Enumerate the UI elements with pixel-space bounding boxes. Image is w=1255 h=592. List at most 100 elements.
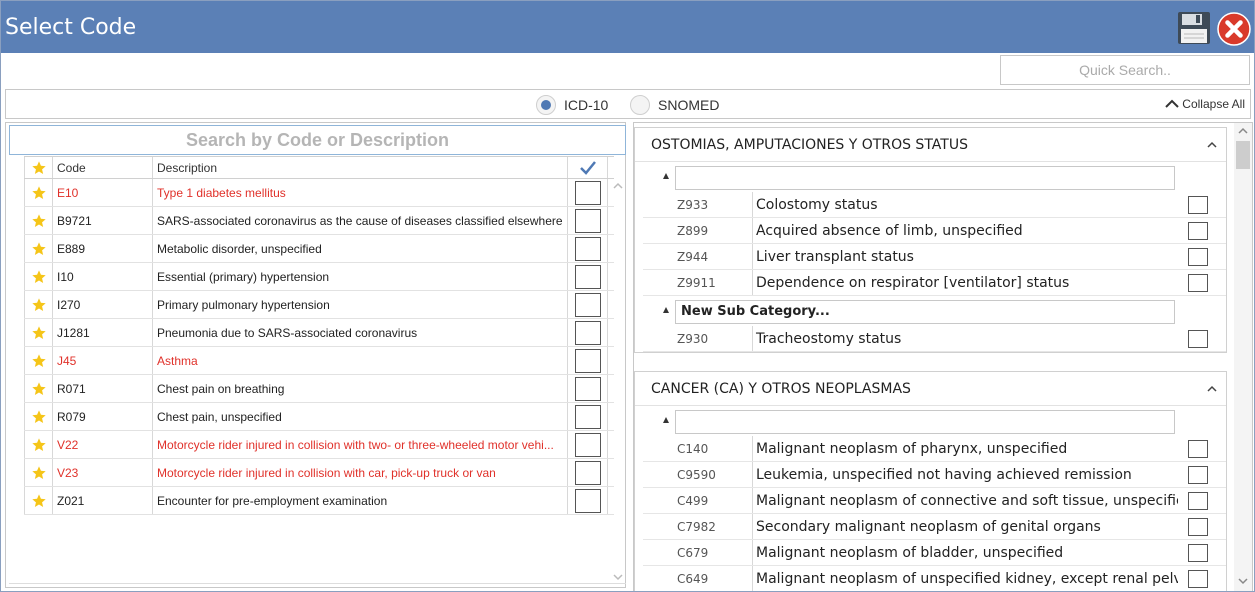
row-checkbox[interactable] <box>574 320 601 345</box>
radio-snomed[interactable]: SNOMED <box>630 95 719 115</box>
list-item[interactable]: Z9911 Dependence on respirator [ventilato… <box>643 270 1226 296</box>
row-select-cell <box>568 375 608 402</box>
row-checkbox[interactable] <box>574 404 601 429</box>
close-button[interactable] <box>1217 12 1251 46</box>
table-row[interactable]: I270 Primary pulmonary hypertension <box>24 291 614 319</box>
row-checkbox[interactable] <box>574 348 601 373</box>
table-row[interactable]: E10 Type 1 diabetes mellitus <box>24 179 614 207</box>
favorite-star[interactable] <box>24 431 53 458</box>
row-checkbox[interactable] <box>574 292 601 317</box>
item-description: Malignant neoplasm of unspecified kidney… <box>756 570 1178 587</box>
categories-panel: OSTOMIAS, AMPUTACIONES Y OTROS STATUS Z93… <box>633 122 1253 591</box>
item-description: Malignant neoplasm of bladder, unspecifi… <box>756 544 1064 561</box>
list-item[interactable]: Z933 Colostomy status <box>643 192 1226 218</box>
favorites-scrollbar[interactable] <box>610 179 626 585</box>
list-item[interactable]: C649 Malignant neoplasm of unspecified ki… <box>643 566 1226 591</box>
code-column-header[interactable]: Code <box>53 157 153 178</box>
category-header[interactable]: OSTOMIAS, AMPUTACIONES Y OTROS STATUS <box>635 128 1226 162</box>
subcategory-toggle-icon[interactable] <box>663 173 669 179</box>
select-column-header[interactable] <box>568 157 608 178</box>
categories-scrollbar[interactable] <box>1234 123 1252 591</box>
row-checkbox[interactable] <box>574 376 601 401</box>
subcategory-name-input[interactable]: New Sub Category... <box>675 300 1175 324</box>
favorite-star[interactable] <box>24 291 53 318</box>
item-checkbox[interactable] <box>1188 247 1208 266</box>
list-item[interactable]: Z899 Acquired absence of limb, unspecifie… <box>643 218 1226 244</box>
item-select-cell <box>1178 218 1218 243</box>
quick-search-input[interactable]: Quick Search.. <box>1000 55 1250 85</box>
table-row[interactable]: J1281 Pneumonia due to SARS-associated co… <box>24 319 614 347</box>
row-code: Z021 <box>53 487 153 514</box>
row-checkbox[interactable] <box>574 488 601 513</box>
list-item[interactable]: C679 Malignant neoplasm of bladder, unspe… <box>643 540 1226 566</box>
list-item[interactable]: C7982 Secondary malignant neoplasm of gen… <box>643 514 1226 540</box>
scroll-arrows-icon <box>613 182 623 581</box>
item-checkbox[interactable] <box>1188 195 1208 214</box>
favorite-star[interactable] <box>24 319 53 346</box>
radio-unselected-icon <box>630 95 650 115</box>
favorites-search-input[interactable]: Search by Code or Description <box>9 125 626 155</box>
favorite-star[interactable] <box>24 179 53 206</box>
subcategory-name-input[interactable] <box>675 410 1175 434</box>
collapse-all-button[interactable]: Collapse All <box>1164 97 1245 111</box>
row-checkbox[interactable] <box>574 264 601 289</box>
subcategory-toggle-icon[interactable] <box>663 307 669 313</box>
item-select-cell <box>1178 566 1218 591</box>
list-item[interactable]: C9590 Leukemia, unspecified not having ac… <box>643 462 1226 488</box>
table-row[interactable]: V23 Motorcycle rider injured in collision… <box>24 459 614 487</box>
chevron-up-icon[interactable] <box>1206 140 1218 148</box>
item-checkbox[interactable] <box>1188 543 1208 562</box>
star-icon <box>31 297 46 311</box>
subcategory-row <box>635 406 1226 436</box>
item-checkbox[interactable] <box>1188 273 1208 292</box>
table-row[interactable]: R079 Chest pain, unspecified <box>24 403 614 431</box>
table-row[interactable]: B9721 SARS-associated coronavirus as the … <box>24 207 614 235</box>
description-column-header[interactable]: Description <box>153 157 568 178</box>
row-checkbox[interactable] <box>574 460 601 485</box>
list-item[interactable]: Z930 Tracheostomy status <box>643 326 1226 352</box>
item-code: C649 <box>643 566 753 591</box>
grid-header: Code Description <box>24 156 614 179</box>
favorite-star[interactable] <box>24 207 53 234</box>
chevron-up-icon[interactable] <box>1206 384 1218 392</box>
favorite-star[interactable] <box>24 263 53 290</box>
favorite-star[interactable] <box>24 375 53 402</box>
table-row[interactable]: E889 Metabolic disorder, unspecified <box>24 235 614 263</box>
star-icon <box>31 353 46 367</box>
favorite-star[interactable] <box>24 403 53 430</box>
favorite-star[interactable] <box>24 235 53 262</box>
star-icon <box>31 493 46 507</box>
list-item[interactable]: C140 Malignant neoplasm of pharynx, unspe… <box>643 436 1226 462</box>
subcategory-name-input[interactable] <box>675 166 1175 190</box>
list-item[interactable]: C499 Malignant neoplasm of connective and… <box>643 488 1226 514</box>
favorite-star[interactable] <box>24 459 53 486</box>
row-checkbox[interactable] <box>574 236 601 261</box>
row-checkbox[interactable] <box>574 208 601 233</box>
item-checkbox[interactable] <box>1188 329 1208 348</box>
row-description: Essential (primary) hypertension <box>153 263 568 290</box>
scrollbar-thumb[interactable] <box>1236 141 1250 169</box>
item-checkbox[interactable] <box>1188 491 1208 510</box>
subcategory-toggle-icon[interactable] <box>663 417 669 423</box>
star-column-header[interactable] <box>24 157 53 178</box>
radio-icd10[interactable]: ICD-10 <box>536 95 608 115</box>
table-row[interactable]: J45 Asthma <box>24 347 614 375</box>
table-row[interactable]: Z021 Encounter for pre-employment examina… <box>24 487 614 515</box>
list-item[interactable]: Z944 Liver transplant status <box>643 244 1226 270</box>
item-checkbox[interactable] <box>1188 569 1208 588</box>
item-checkbox[interactable] <box>1188 439 1208 458</box>
favorite-star[interactable] <box>24 347 53 374</box>
item-checkbox[interactable] <box>1188 517 1208 536</box>
category-header[interactable]: CANCER (CA) Y OTROS NEOPLASMAS <box>635 372 1226 406</box>
item-checkbox[interactable] <box>1188 221 1208 240</box>
item-description: Liver transplant status <box>756 248 914 265</box>
table-row[interactable]: V22 Motorcycle rider injured in collision… <box>24 431 614 459</box>
save-button[interactable] <box>1177 11 1211 45</box>
table-row[interactable]: I10 Essential (primary) hypertension <box>24 263 614 291</box>
row-checkbox[interactable] <box>574 180 601 205</box>
row-checkbox[interactable] <box>574 432 601 457</box>
table-row[interactable]: R071 Chest pain on breathing <box>24 375 614 403</box>
favorite-star[interactable] <box>24 487 53 514</box>
item-checkbox[interactable] <box>1188 465 1208 484</box>
row-description-text: Primary pulmonary hypertension <box>157 297 330 312</box>
